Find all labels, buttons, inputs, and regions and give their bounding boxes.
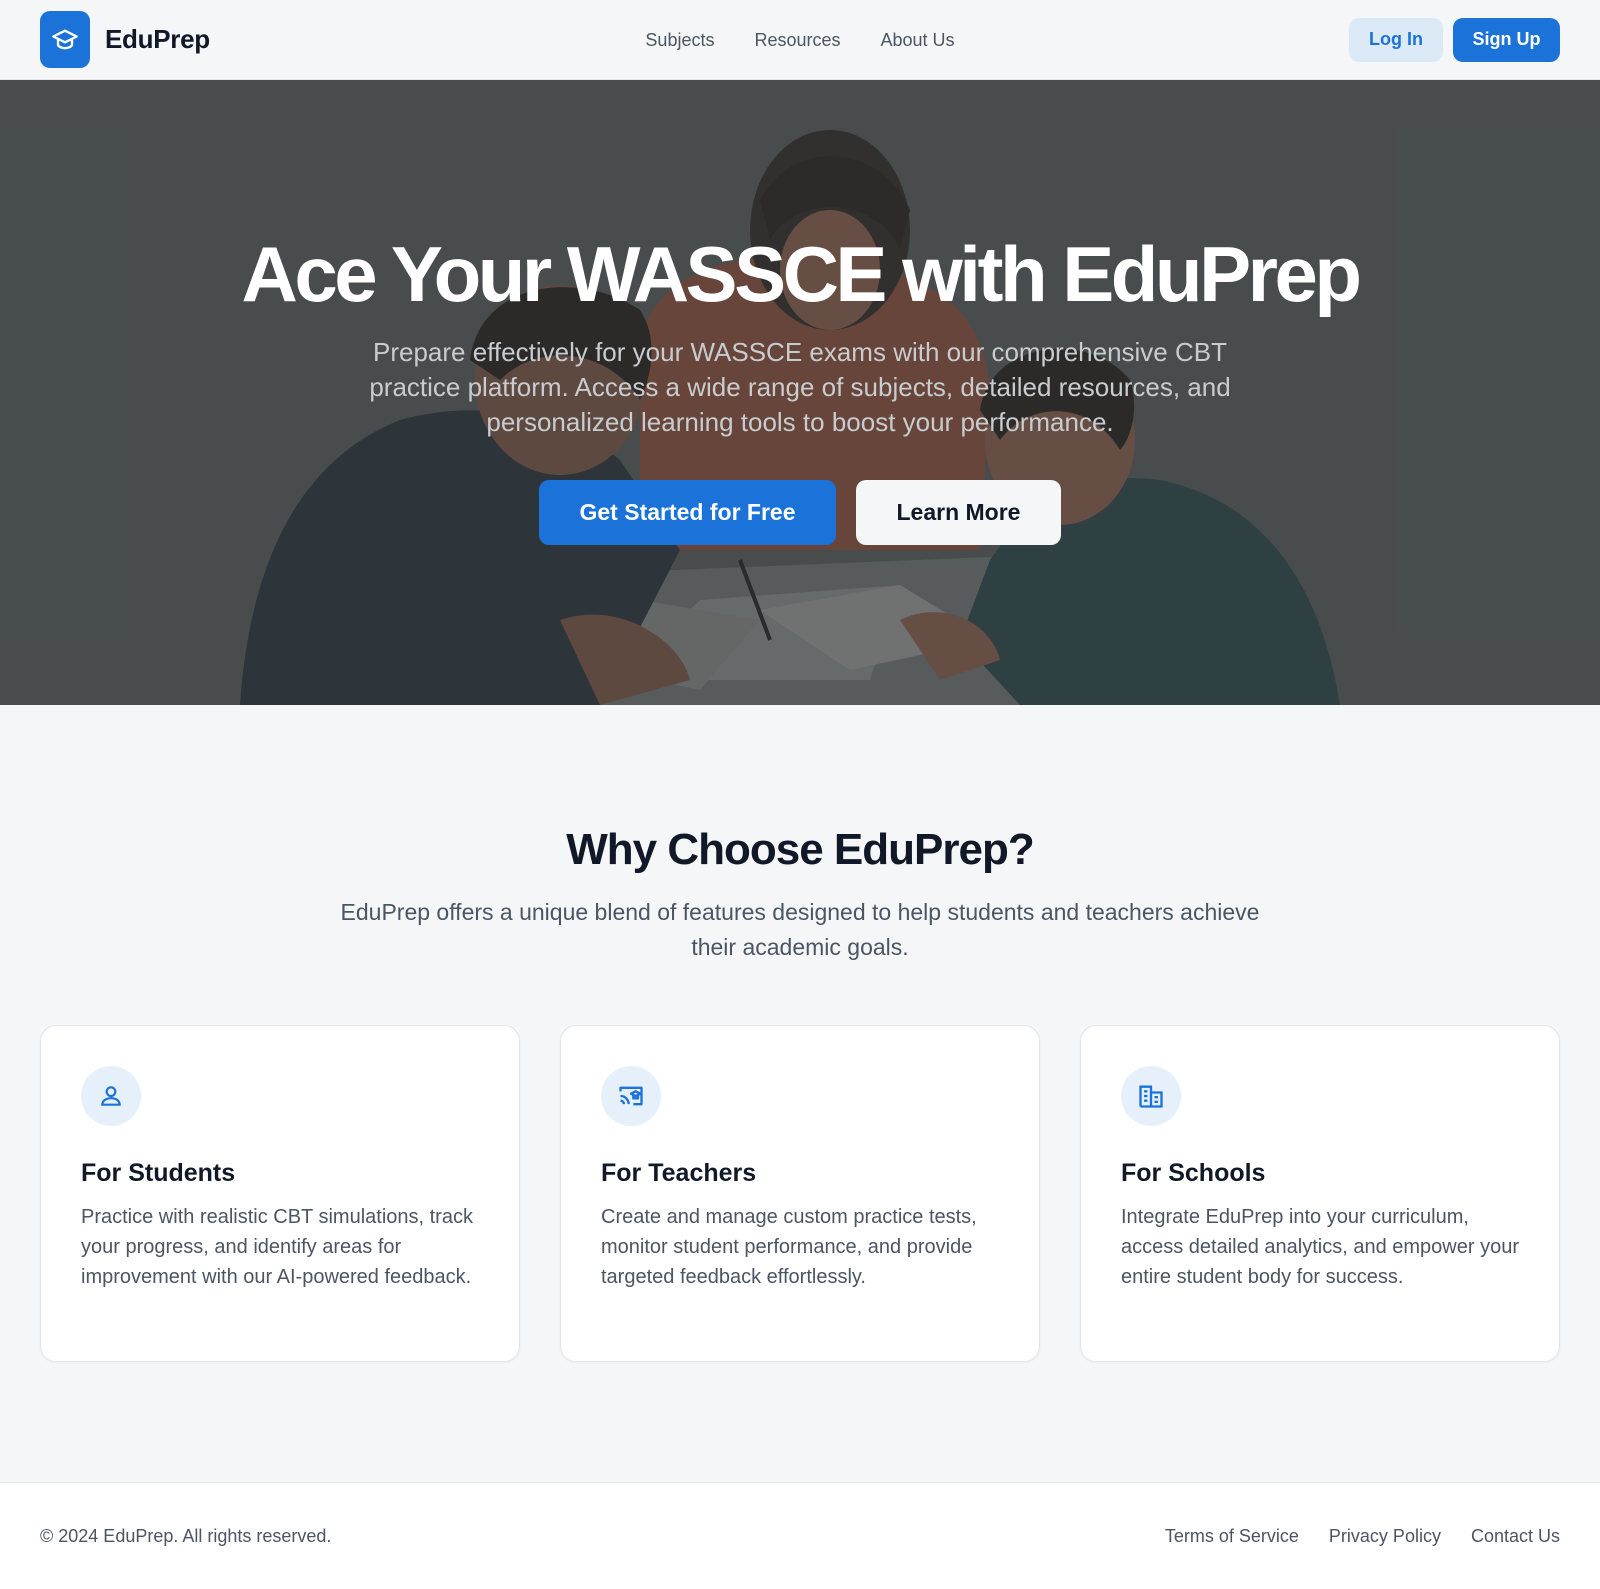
- card-text: Create and manage custom practice tests,…: [601, 1206, 977, 1288]
- get-started-button[interactable]: Get Started for Free: [539, 480, 836, 545]
- feature-card-teachers: For Teachers Create and manage custom pr…: [560, 1025, 1040, 1362]
- nav-about-us[interactable]: About Us: [881, 30, 955, 51]
- features-subtitle: EduPrep offers a unique blend of feature…: [340, 899, 1260, 960]
- copyright: © 2024 EduPrep. All rights reserved.: [40, 1525, 332, 1546]
- nav-subjects[interactable]: Subjects: [645, 30, 714, 51]
- card-title: For Schools: [1121, 1159, 1266, 1187]
- hero-subtitle: Prepare effectively for your WASSCE exam…: [369, 337, 1231, 437]
- nav-resources[interactable]: Resources: [754, 30, 840, 51]
- site-footer: © 2024 EduPrep. All rights reserved. Ter…: [0, 1482, 1600, 1589]
- card-title: For Students: [81, 1159, 236, 1187]
- footer-links: Terms of Service Privacy Policy Contact …: [1165, 1526, 1560, 1547]
- site-header: EduPrep Subjects Resources About Us Log …: [0, 0, 1600, 80]
- feature-card-students: For Students Practice with realistic CBT…: [40, 1025, 520, 1362]
- hero-cta-group: Get Started for Free Learn More: [539, 480, 1061, 545]
- brand[interactable]: EduPrep: [40, 11, 210, 68]
- signup-button[interactable]: Sign Up: [1453, 17, 1560, 62]
- auth-buttons: Log In Sign Up: [1349, 17, 1560, 62]
- terms-link[interactable]: Terms of Service: [1165, 1526, 1299, 1547]
- cast-for-education-icon: [601, 1066, 661, 1126]
- contact-link[interactable]: Contact Us: [1471, 1526, 1560, 1547]
- domain-building-icon: [1121, 1066, 1181, 1126]
- privacy-link[interactable]: Privacy Policy: [1329, 1526, 1441, 1547]
- brand-name: EduPrep: [105, 24, 210, 54]
- hero-title: Ace Your WASSCE with EduPrep: [241, 230, 1362, 318]
- login-button[interactable]: Log In: [1349, 17, 1443, 62]
- feature-cards: For Students Practice with realistic CBT…: [40, 1025, 1560, 1362]
- graduation-cap-icon: [40, 11, 90, 68]
- card-text: Practice with realistic CBT simulations,…: [81, 1206, 473, 1288]
- learn-more-button[interactable]: Learn More: [856, 480, 1061, 545]
- features-section: Why Choose EduPrep? EduPrep offers a uni…: [0, 705, 1600, 1482]
- features-title: Why Choose EduPrep?: [566, 825, 1034, 874]
- card-title: For Teachers: [601, 1159, 757, 1187]
- hero-section: Ace Your WASSCE with EduPrep Prepare eff…: [0, 80, 1600, 705]
- person-icon: [81, 1066, 141, 1126]
- feature-card-schools: For Schools Integrate EduPrep into your …: [1080, 1025, 1560, 1362]
- hero-content: Ace Your WASSCE with EduPrep Prepare eff…: [0, 80, 1600, 705]
- card-text: Integrate EduPrep into your curriculum, …: [1121, 1206, 1519, 1288]
